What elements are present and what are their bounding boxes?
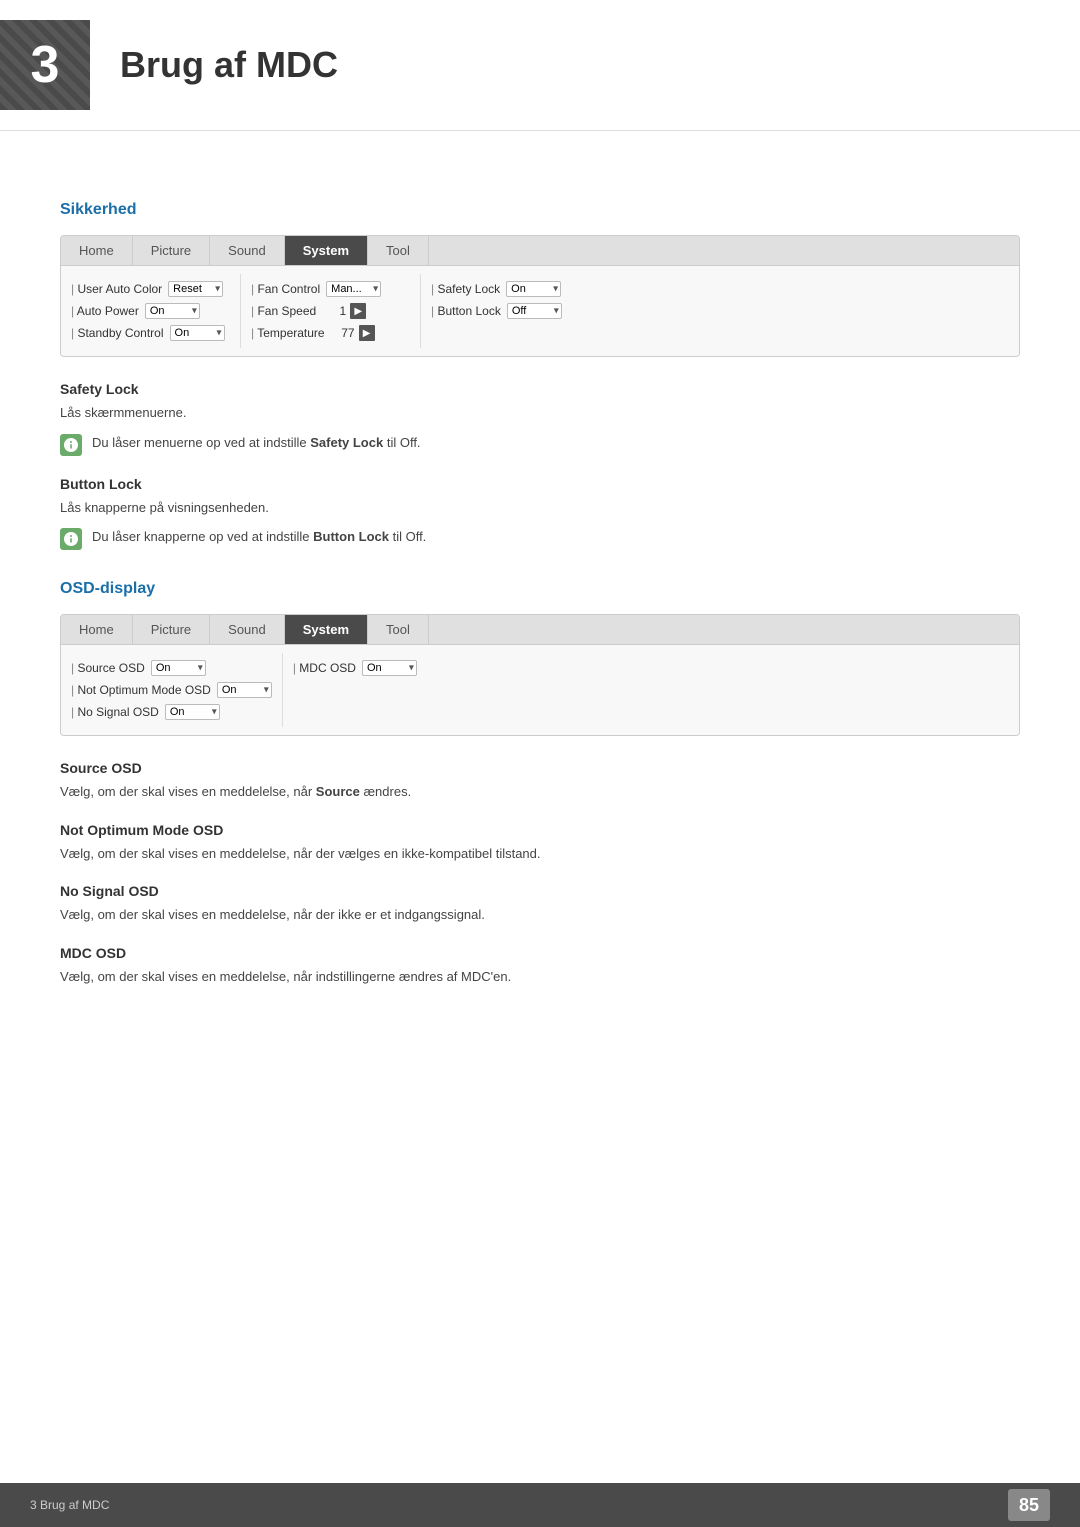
safety-lock-note-icon <box>60 434 82 456</box>
tab-picture-1[interactable]: Picture <box>133 236 210 265</box>
not-optimum-select[interactable]: On Off <box>217 682 272 698</box>
auto-power-row: Auto Power On Off <box>71 303 230 319</box>
safety-lock-label: Safety Lock <box>431 282 500 296</box>
chapter-number: 3 <box>31 35 60 95</box>
safety-lock-select[interactable]: On Off <box>506 281 561 297</box>
tab-tool-2[interactable]: Tool <box>368 615 429 644</box>
fan-speed-row: Fan Speed 1 ▶ <box>251 303 410 319</box>
user-auto-color-row: User Auto Color Reset <box>71 281 230 297</box>
auto-power-select-wrapper[interactable]: On Off <box>145 303 200 319</box>
header-banner: 3 Brug af MDC <box>0 0 1080 131</box>
user-auto-color-select[interactable]: Reset <box>168 281 223 297</box>
no-signal-body: Vælg, om der skal vises en meddelelse, n… <box>60 905 1020 925</box>
button-lock-note-icon <box>60 528 82 550</box>
info-icon <box>64 438 78 452</box>
fan-speed-label: Fan Speed <box>251 304 316 318</box>
source-osd-subheading: Source OSD <box>60 760 1020 776</box>
osd-panel-body: Source OSD On Off Not Optimum Mode OSD O… <box>61 645 1019 735</box>
user-auto-color-select-wrapper[interactable]: Reset <box>168 281 223 297</box>
fan-control-row: Fan Control Man... Auto <box>251 281 410 297</box>
mdc-osd-row: MDC OSD On Off <box>293 660 453 676</box>
no-signal-select[interactable]: On Off <box>165 704 220 720</box>
fan-speed-value: 1 <box>322 304 346 318</box>
tab-picture-2[interactable]: Picture <box>133 615 210 644</box>
osd-display-heading: OSD-display <box>60 580 1020 598</box>
standby-control-row: Standby Control On Off <box>71 325 230 341</box>
tab-home-1[interactable]: Home <box>61 236 133 265</box>
not-optimum-row: Not Optimum Mode OSD On Off <box>71 682 272 698</box>
no-signal-subheading: No Signal OSD <box>60 883 1020 899</box>
not-optimum-label: Not Optimum Mode OSD <box>71 683 211 697</box>
osd-col-2: MDC OSD On Off <box>283 653 463 727</box>
fan-control-label: Fan Control <box>251 282 320 296</box>
not-optimum-select-wrapper[interactable]: On Off <box>217 682 272 698</box>
fan-speed-arrow[interactable]: ▶ <box>350 303 366 319</box>
main-content: Sikkerhed Home Picture Sound System Tool… <box>0 131 1080 1076</box>
osd-col-1: Source OSD On Off Not Optimum Mode OSD O… <box>61 653 283 727</box>
not-optimum-subheading: Not Optimum Mode OSD <box>60 822 1020 838</box>
standby-control-label: Standby Control <box>71 326 164 340</box>
sikkerhed-panel: Home Picture Sound System Tool User Auto… <box>60 235 1020 357</box>
standby-control-select-wrapper[interactable]: On Off <box>170 325 225 341</box>
safety-lock-row: Safety Lock On Off <box>431 281 591 297</box>
chapter-title: Brug af MDC <box>120 44 338 86</box>
mdc-osd-subheading: MDC OSD <box>60 945 1020 961</box>
tab-system-1[interactable]: System <box>285 236 368 265</box>
footer-chapter-text: 3 Brug af MDC <box>30 1498 109 1512</box>
safety-lock-select-wrapper[interactable]: On Off <box>506 281 561 297</box>
source-osd-select-wrapper[interactable]: On Off <box>151 660 206 676</box>
button-lock-subheading: Button Lock <box>60 476 1020 492</box>
mdc-osd-select[interactable]: On Off <box>362 660 417 676</box>
temperature-value: 77 <box>331 326 355 340</box>
user-auto-color-label: User Auto Color <box>71 282 162 296</box>
temperature-row: Temperature 77 ▶ <box>251 325 410 341</box>
no-signal-row: No Signal OSD On Off <box>71 704 272 720</box>
safety-lock-text: Lås skærmmenuerne. <box>60 403 1020 423</box>
temperature-arrow[interactable]: ▶ <box>359 325 375 341</box>
no-signal-select-wrapper[interactable]: On Off <box>165 704 220 720</box>
button-lock-note-text: Du låser knapperne op ved at indstille B… <box>92 527 426 547</box>
footer: 3 Brug af MDC 85 <box>0 1483 1080 1527</box>
tab-sound-2[interactable]: Sound <box>210 615 285 644</box>
footer-page-badge: 85 <box>1008 1489 1050 1521</box>
button-lock-note: Du låser knapperne op ved at indstille B… <box>60 527 1020 550</box>
button-lock-row: Button Lock Off On <box>431 303 591 319</box>
sikkerhed-col-3: Safety Lock On Off Button Lock Off On <box>421 274 601 348</box>
auto-power-label: Auto Power <box>71 304 139 318</box>
sikkerhed-tabs: Home Picture Sound System Tool <box>61 236 1019 266</box>
mdc-osd-select-wrapper[interactable]: On Off <box>362 660 417 676</box>
not-optimum-body: Vælg, om der skal vises en meddelelse, n… <box>60 844 1020 864</box>
tab-tool-1[interactable]: Tool <box>368 236 429 265</box>
mdc-osd-body: Vælg, om der skal vises en meddelelse, n… <box>60 967 1020 987</box>
safety-lock-note: Du låser menuerne op ved at indstille Sa… <box>60 433 1020 456</box>
button-lock-select-wrapper[interactable]: Off On <box>507 303 562 319</box>
source-osd-row: Source OSD On Off <box>71 660 272 676</box>
sikkerhed-col-1: User Auto Color Reset Auto Power On Off <box>61 274 241 348</box>
temperature-label: Temperature <box>251 326 325 340</box>
standby-control-select[interactable]: On Off <box>170 325 225 341</box>
sikkerhed-panel-body: User Auto Color Reset Auto Power On Off <box>61 266 1019 356</box>
tab-sound-1[interactable]: Sound <box>210 236 285 265</box>
info-icon-2 <box>64 532 78 546</box>
sikkerhed-heading: Sikkerhed <box>60 201 1020 219</box>
osd-tabs: Home Picture Sound System Tool <box>61 615 1019 645</box>
source-osd-label: Source OSD <box>71 661 145 675</box>
osd-panel: Home Picture Sound System Tool Source OS… <box>60 614 1020 736</box>
source-osd-body: Vælg, om der skal vises en meddelelse, n… <box>60 782 1020 802</box>
safety-lock-note-text: Du låser menuerne op ved at indstille Sa… <box>92 433 421 453</box>
tab-system-2[interactable]: System <box>285 615 368 644</box>
fan-control-select-wrapper[interactable]: Man... Auto <box>326 281 381 297</box>
button-lock-text: Lås knapperne på visningsenheden. <box>60 498 1020 518</box>
button-lock-label: Button Lock <box>431 304 501 318</box>
button-lock-select[interactable]: Off On <box>507 303 562 319</box>
fan-control-select[interactable]: Man... Auto <box>326 281 381 297</box>
chapter-num-box: 3 <box>0 20 90 110</box>
no-signal-label: No Signal OSD <box>71 705 159 719</box>
source-osd-select[interactable]: On Off <box>151 660 206 676</box>
auto-power-select[interactable]: On Off <box>145 303 200 319</box>
tab-home-2[interactable]: Home <box>61 615 133 644</box>
safety-lock-subheading: Safety Lock <box>60 381 1020 397</box>
sikkerhed-col-2: Fan Control Man... Auto Fan Speed 1 ▶ Te… <box>241 274 421 348</box>
mdc-osd-label: MDC OSD <box>293 661 356 675</box>
